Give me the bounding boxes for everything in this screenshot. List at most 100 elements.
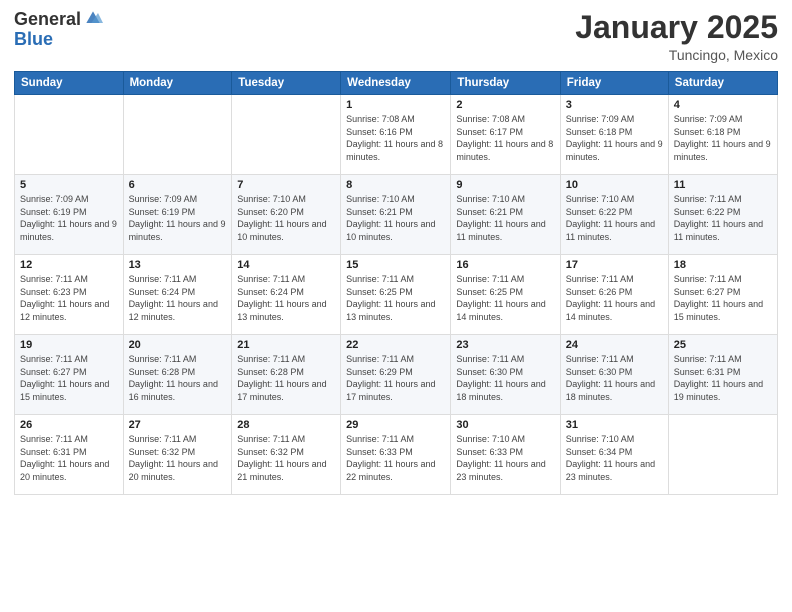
day-number: 1 xyxy=(346,99,445,111)
table-row xyxy=(123,95,232,175)
day-number: 9 xyxy=(456,179,554,191)
table-row: 3 Sunrise: 7:09 AM Sunset: 6:18 PM Daylig… xyxy=(560,95,668,175)
day-number: 8 xyxy=(346,179,445,191)
day-detail: Sunrise: 7:11 AM Sunset: 6:25 PM Dayligh… xyxy=(456,273,554,323)
col-saturday: Saturday xyxy=(668,72,777,95)
table-row: 21 Sunrise: 7:11 AM Sunset: 6:28 PM Dayli… xyxy=(232,335,341,415)
day-detail: Sunrise: 7:11 AM Sunset: 6:28 PM Dayligh… xyxy=(129,353,227,403)
col-monday: Monday xyxy=(123,72,232,95)
day-number: 4 xyxy=(674,99,772,111)
day-header-row: Sunday Monday Tuesday Wednesday Thursday… xyxy=(15,72,778,95)
week-row-5: 26 Sunrise: 7:11 AM Sunset: 6:31 PM Dayli… xyxy=(15,415,778,495)
table-row: 17 Sunrise: 7:11 AM Sunset: 6:26 PM Dayli… xyxy=(560,255,668,335)
table-row: 29 Sunrise: 7:11 AM Sunset: 6:33 PM Dayli… xyxy=(341,415,451,495)
day-detail: Sunrise: 7:11 AM Sunset: 6:33 PM Dayligh… xyxy=(346,433,445,483)
table-row: 31 Sunrise: 7:10 AM Sunset: 6:34 PM Dayli… xyxy=(560,415,668,495)
day-detail: Sunrise: 7:09 AM Sunset: 6:19 PM Dayligh… xyxy=(129,193,227,243)
table-row: 6 Sunrise: 7:09 AM Sunset: 6:19 PM Daylig… xyxy=(123,175,232,255)
page: General Blue January 2025 Tuncingo, Mexi… xyxy=(0,0,792,612)
day-number: 23 xyxy=(456,339,554,351)
week-row-2: 5 Sunrise: 7:09 AM Sunset: 6:19 PM Daylig… xyxy=(15,175,778,255)
table-row: 12 Sunrise: 7:11 AM Sunset: 6:23 PM Dayli… xyxy=(15,255,124,335)
table-row: 22 Sunrise: 7:11 AM Sunset: 6:29 PM Dayli… xyxy=(341,335,451,415)
day-number: 22 xyxy=(346,339,445,351)
day-detail: Sunrise: 7:08 AM Sunset: 6:16 PM Dayligh… xyxy=(346,113,445,163)
table-row: 28 Sunrise: 7:11 AM Sunset: 6:32 PM Dayli… xyxy=(232,415,341,495)
table-row xyxy=(668,415,777,495)
day-detail: Sunrise: 7:11 AM Sunset: 6:26 PM Dayligh… xyxy=(566,273,663,323)
table-row: 10 Sunrise: 7:10 AM Sunset: 6:22 PM Dayli… xyxy=(560,175,668,255)
table-row xyxy=(232,95,341,175)
logo-blue-text: Blue xyxy=(14,30,103,50)
day-detail: Sunrise: 7:11 AM Sunset: 6:31 PM Dayligh… xyxy=(20,433,118,483)
logo-general-text: General xyxy=(14,10,81,30)
day-detail: Sunrise: 7:10 AM Sunset: 6:22 PM Dayligh… xyxy=(566,193,663,243)
day-number: 28 xyxy=(237,419,335,431)
day-detail: Sunrise: 7:11 AM Sunset: 6:31 PM Dayligh… xyxy=(674,353,772,403)
logo: General Blue xyxy=(14,10,103,50)
table-row: 18Sunrise: 7:11 AM Sunset: 6:27 PM Dayli… xyxy=(668,255,777,335)
table-row: 20 Sunrise: 7:11 AM Sunset: 6:28 PM Dayli… xyxy=(123,335,232,415)
day-detail: Sunrise: 7:10 AM Sunset: 6:20 PM Dayligh… xyxy=(237,193,335,243)
table-row xyxy=(15,95,124,175)
col-thursday: Thursday xyxy=(451,72,560,95)
day-detail: Sunrise: 7:09 AM Sunset: 6:18 PM Dayligh… xyxy=(566,113,663,163)
table-row: 1 Sunrise: 7:08 AM Sunset: 6:16 PM Daylig… xyxy=(341,95,451,175)
table-row: 2Sunrise: 7:08 AM Sunset: 6:17 PM Daylig… xyxy=(451,95,560,175)
day-number: 25 xyxy=(674,339,772,351)
table-row: 13 Sunrise: 7:11 AM Sunset: 6:24 PM Dayli… xyxy=(123,255,232,335)
day-number: 17 xyxy=(566,259,663,271)
day-number: 31 xyxy=(566,419,663,431)
day-number: 26 xyxy=(20,419,118,431)
header: General Blue January 2025 Tuncingo, Mexi… xyxy=(14,10,778,63)
table-row: 4 Sunrise: 7:09 AM Sunset: 6:18 PM Daylig… xyxy=(668,95,777,175)
day-number: 29 xyxy=(346,419,445,431)
col-tuesday: Tuesday xyxy=(232,72,341,95)
day-number: 11 xyxy=(674,179,772,191)
table-row: 27Sunrise: 7:11 AM Sunset: 6:32 PM Dayli… xyxy=(123,415,232,495)
day-number: 30 xyxy=(456,419,554,431)
day-number: 5 xyxy=(20,179,118,191)
day-detail: Sunrise: 7:09 AM Sunset: 6:18 PM Dayligh… xyxy=(674,113,772,163)
location: Tuncingo, Mexico xyxy=(575,47,778,63)
col-sunday: Sunday xyxy=(15,72,124,95)
day-number: 27 xyxy=(129,419,227,431)
day-number: 10 xyxy=(566,179,663,191)
day-detail: Sunrise: 7:10 AM Sunset: 6:21 PM Dayligh… xyxy=(456,193,554,243)
month-title: January 2025 xyxy=(575,10,778,45)
day-number: 12 xyxy=(20,259,118,271)
day-number: 6 xyxy=(129,179,227,191)
day-number: 18 xyxy=(674,259,772,271)
week-row-1: 1 Sunrise: 7:08 AM Sunset: 6:16 PM Daylig… xyxy=(15,95,778,175)
day-detail: Sunrise: 7:10 AM Sunset: 6:34 PM Dayligh… xyxy=(566,433,663,483)
day-number: 15 xyxy=(346,259,445,271)
week-row-4: 19Sunrise: 7:11 AM Sunset: 6:27 PM Dayli… xyxy=(15,335,778,415)
day-detail: Sunrise: 7:09 AM Sunset: 6:19 PM Dayligh… xyxy=(20,193,118,243)
col-friday: Friday xyxy=(560,72,668,95)
day-number: 21 xyxy=(237,339,335,351)
table-row: 26 Sunrise: 7:11 AM Sunset: 6:31 PM Dayli… xyxy=(15,415,124,495)
day-detail: Sunrise: 7:10 AM Sunset: 6:21 PM Dayligh… xyxy=(346,193,445,243)
day-detail: Sunrise: 7:11 AM Sunset: 6:27 PM Dayligh… xyxy=(20,353,118,403)
day-detail: Sunrise: 7:11 AM Sunset: 6:29 PM Dayligh… xyxy=(346,353,445,403)
day-detail: Sunrise: 7:11 AM Sunset: 6:24 PM Dayligh… xyxy=(129,273,227,323)
table-row: 25 Sunrise: 7:11 AM Sunset: 6:31 PM Dayli… xyxy=(668,335,777,415)
day-detail: Sunrise: 7:11 AM Sunset: 6:30 PM Dayligh… xyxy=(456,353,554,403)
day-detail: Sunrise: 7:10 AM Sunset: 6:33 PM Dayligh… xyxy=(456,433,554,483)
table-row: 5 Sunrise: 7:09 AM Sunset: 6:19 PM Daylig… xyxy=(15,175,124,255)
day-number: 20 xyxy=(129,339,227,351)
table-row: 23 Sunrise: 7:11 AM Sunset: 6:30 PM Dayli… xyxy=(451,335,560,415)
table-row: 19Sunrise: 7:11 AM Sunset: 6:27 PM Dayli… xyxy=(15,335,124,415)
table-row: 9 Sunrise: 7:10 AM Sunset: 6:21 PM Daylig… xyxy=(451,175,560,255)
table-row: 24Sunrise: 7:11 AM Sunset: 6:30 PM Dayli… xyxy=(560,335,668,415)
table-row: 7Sunrise: 7:10 AM Sunset: 6:20 PM Daylig… xyxy=(232,175,341,255)
day-detail: Sunrise: 7:11 AM Sunset: 6:30 PM Dayligh… xyxy=(566,353,663,403)
table-row: 8 Sunrise: 7:10 AM Sunset: 6:21 PM Daylig… xyxy=(341,175,451,255)
day-number: 13 xyxy=(129,259,227,271)
day-number: 3 xyxy=(566,99,663,111)
day-detail: Sunrise: 7:11 AM Sunset: 6:28 PM Dayligh… xyxy=(237,353,335,403)
day-detail: Sunrise: 7:11 AM Sunset: 6:22 PM Dayligh… xyxy=(674,193,772,243)
day-detail: Sunrise: 7:11 AM Sunset: 6:23 PM Dayligh… xyxy=(20,273,118,323)
day-detail: Sunrise: 7:11 AM Sunset: 6:32 PM Dayligh… xyxy=(237,433,335,483)
logo-icon xyxy=(83,8,103,28)
